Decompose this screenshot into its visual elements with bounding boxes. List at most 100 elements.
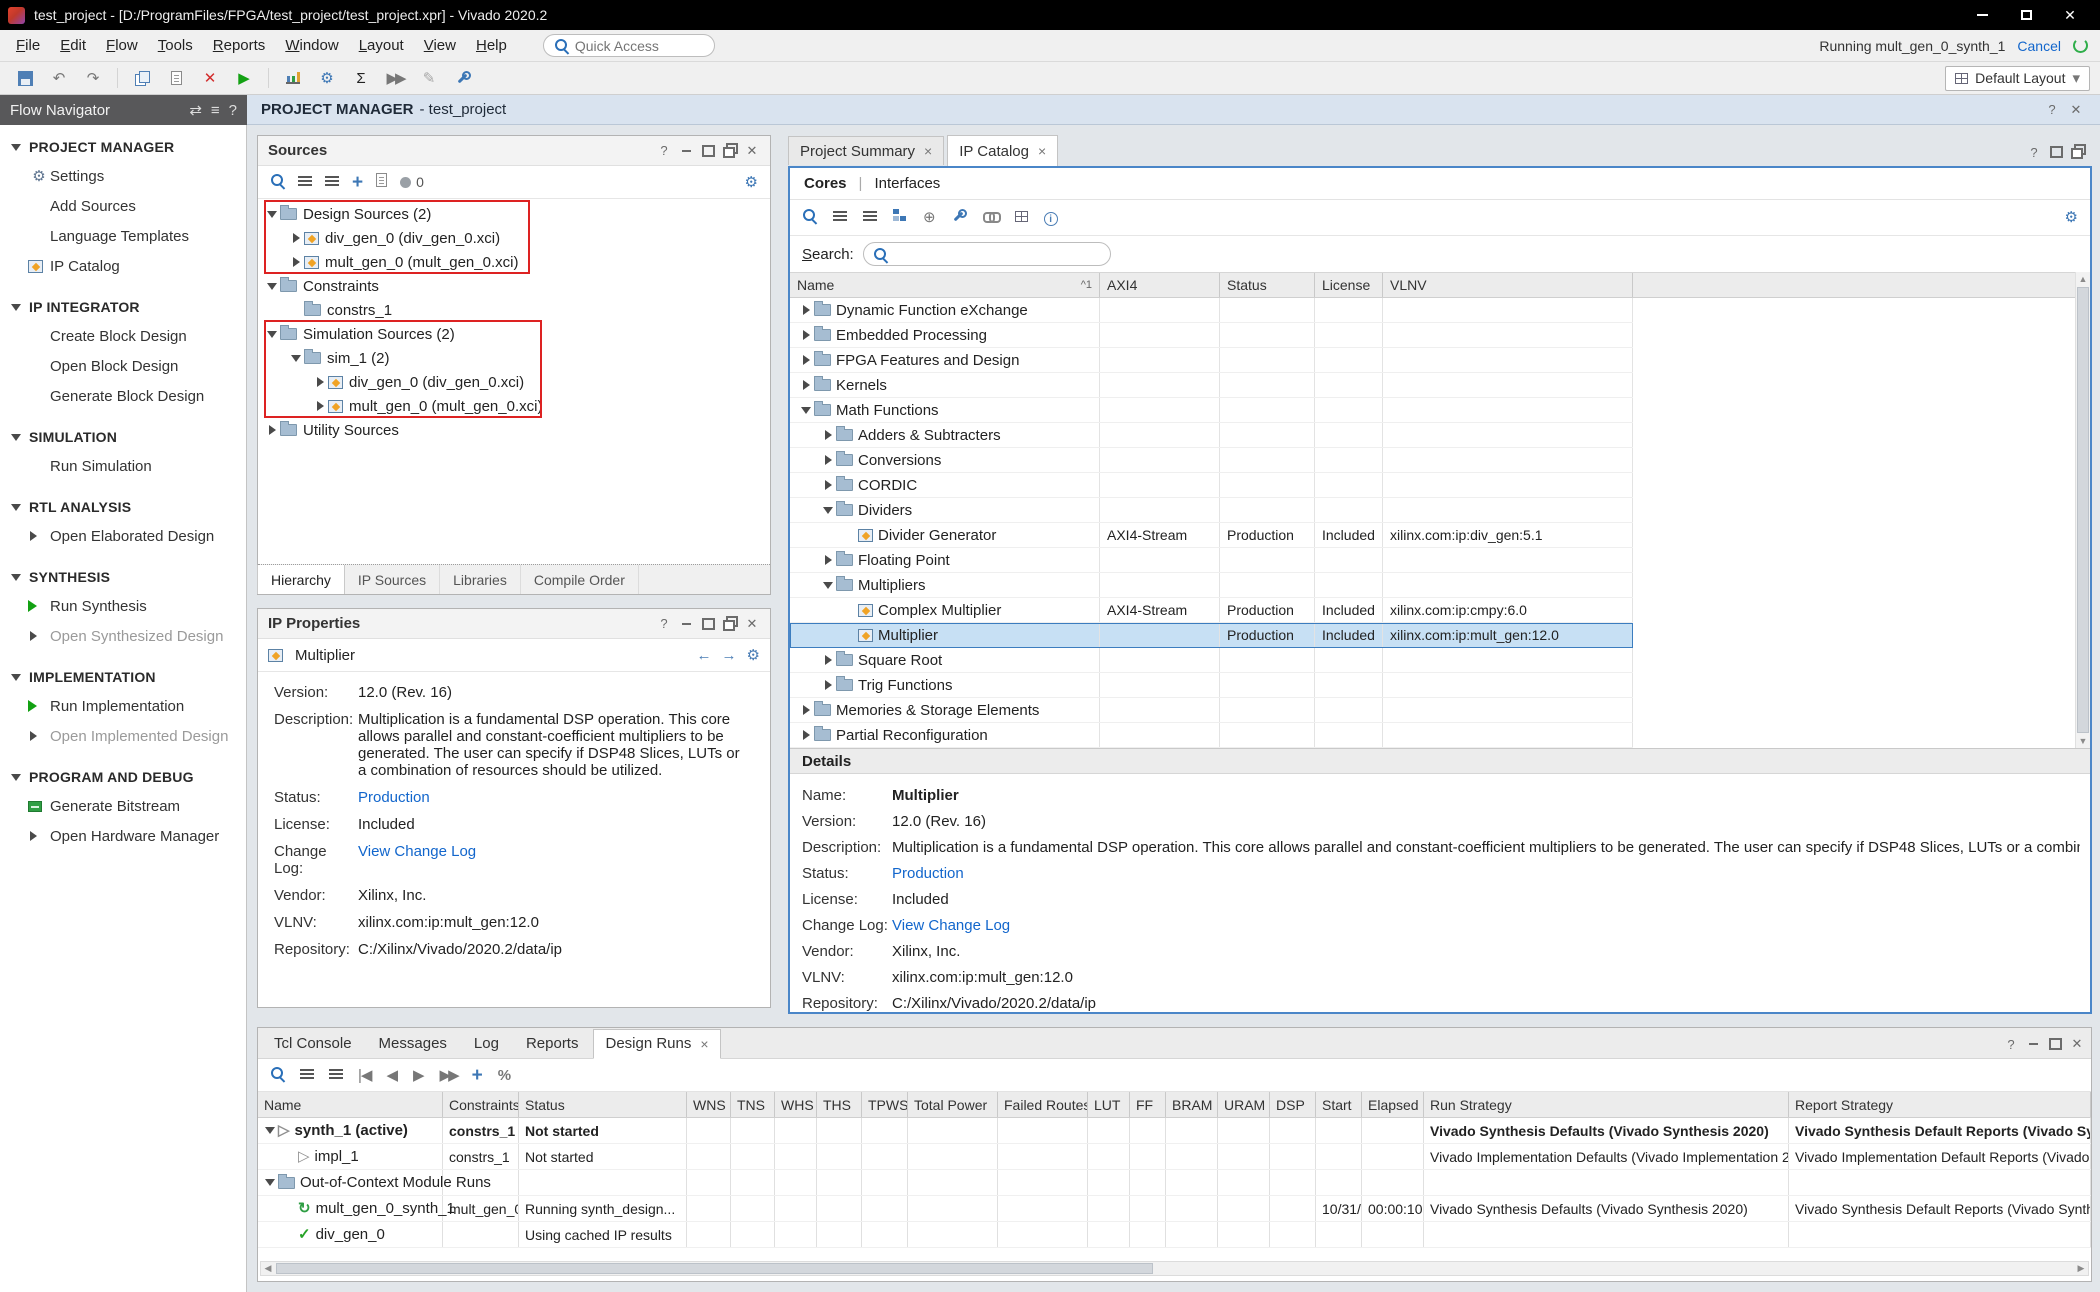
tab-close-icon[interactable] bbox=[700, 1037, 708, 1051]
menu-layout[interactable]: Layout bbox=[349, 31, 414, 60]
chevron-down-icon[interactable] bbox=[8, 429, 24, 445]
catalog-settings-gear-icon[interactable] bbox=[2065, 210, 2078, 225]
close-icon[interactable] bbox=[2067, 1035, 2087, 1053]
step-forward-icon[interactable] bbox=[413, 1068, 425, 1083]
chevron-down-icon[interactable] bbox=[8, 669, 24, 685]
collapse-all-button[interactable] bbox=[833, 209, 847, 226]
column-header-failed-routes[interactable]: Failed Routes bbox=[998, 1092, 1088, 1117]
report-button[interactable] bbox=[161, 65, 191, 91]
column-header-name[interactable]: Name^1 bbox=[790, 273, 1100, 297]
catalog-row-adders-subtracters[interactable]: Adders & Subtracters bbox=[790, 423, 1633, 448]
chevron-down-icon[interactable] bbox=[264, 278, 280, 294]
collapse-all-button[interactable] bbox=[300, 1067, 314, 1084]
settings-button[interactable] bbox=[312, 65, 342, 91]
flow-item-open-elaborated-design[interactable]: Open Elaborated Design bbox=[0, 521, 246, 551]
run-row-synth-1-active[interactable]: synth_1 (active)constrs_1Not startedViva… bbox=[258, 1118, 2091, 1144]
catalog-row-floating-point[interactable]: Floating Point bbox=[790, 548, 1633, 573]
catalog-row-dynamic-function-exchange[interactable]: Dynamic Function eXchange bbox=[790, 298, 1633, 323]
chevron-down-icon[interactable] bbox=[820, 502, 836, 518]
redo-button[interactable] bbox=[78, 65, 108, 91]
sources-tab-hierarchy[interactable]: Hierarchy bbox=[257, 565, 345, 594]
help-icon[interactable] bbox=[654, 142, 674, 160]
chevron-right-icon[interactable] bbox=[798, 352, 814, 368]
flow-item-open-synthesized-design[interactable]: Open Synthesized Design bbox=[0, 621, 246, 651]
default-view-button[interactable] bbox=[893, 209, 907, 226]
chevron-down-icon[interactable] bbox=[8, 499, 24, 515]
column-header-vlnv[interactable]: VLNV bbox=[1383, 273, 1633, 297]
close-icon[interactable] bbox=[742, 615, 762, 633]
run-row-out-of-context-module-runs[interactable]: Out-of-Context Module Runs bbox=[258, 1170, 2091, 1196]
tab-log[interactable]: Log bbox=[462, 1028, 511, 1058]
save-button[interactable] bbox=[10, 65, 40, 91]
help-icon[interactable] bbox=[2001, 1035, 2021, 1053]
chevron-down-icon[interactable] bbox=[262, 1123, 278, 1139]
runs-horizontal-scrollbar[interactable] bbox=[260, 1261, 2089, 1276]
chevron-right-icon[interactable] bbox=[798, 302, 814, 318]
column-header-uram[interactable]: URAM bbox=[1218, 1092, 1270, 1117]
help-icon[interactable] bbox=[654, 615, 674, 633]
flow-section-ip-integrator[interactable]: IP INTEGRATOR bbox=[0, 293, 246, 321]
chevron-right-icon[interactable] bbox=[312, 374, 328, 390]
chevron-right-icon[interactable] bbox=[312, 398, 328, 414]
run-button[interactable] bbox=[229, 65, 259, 91]
tab-reports[interactable]: Reports bbox=[514, 1028, 591, 1058]
help-icon[interactable] bbox=[2024, 143, 2044, 161]
flow-item-open-hardware-manager[interactable]: Open Hardware Manager bbox=[0, 821, 246, 851]
tab-ip-catalog[interactable]: IP Catalog bbox=[947, 135, 1058, 166]
sources-tab-compile-order[interactable]: Compile Order bbox=[521, 565, 639, 594]
minimize-icon[interactable] bbox=[676, 615, 696, 633]
catalog-search-input[interactable] bbox=[894, 246, 1101, 262]
tab-tcl-console[interactable]: Tcl Console bbox=[262, 1028, 364, 1058]
flow-item-settings[interactable]: Settings bbox=[0, 161, 246, 191]
catalog-row-fpga-features-and-design[interactable]: FPGA Features and Design bbox=[790, 348, 1633, 373]
catalog-row-complex-multiplier[interactable]: Complex MultiplierAXI4-StreamProductionI… bbox=[790, 598, 1633, 623]
maximize-icon[interactable] bbox=[698, 615, 718, 633]
step-back-icon[interactable] bbox=[386, 1068, 398, 1083]
minimize-icon[interactable] bbox=[2023, 1035, 2043, 1053]
flow-section-rtl-analysis[interactable]: RTL ANALYSIS bbox=[0, 493, 246, 521]
scrollbar-thumb[interactable] bbox=[2077, 287, 2089, 733]
maximize-icon[interactable] bbox=[2045, 1035, 2065, 1053]
chevron-right-icon[interactable] bbox=[820, 677, 836, 693]
close-icon[interactable] bbox=[742, 142, 762, 160]
sum-button[interactable] bbox=[346, 65, 376, 91]
message-badge[interactable]: 0 bbox=[400, 174, 424, 190]
flow-item-run-implementation[interactable]: Run Implementation bbox=[0, 691, 246, 721]
chevron-down-icon[interactable] bbox=[798, 402, 814, 418]
catalog-vertical-scrollbar[interactable] bbox=[2075, 272, 2090, 748]
catalog-row-partial-reconfiguration[interactable]: Partial Reconfiguration bbox=[790, 723, 1633, 748]
scrollbar-thumb[interactable] bbox=[276, 1263, 1153, 1274]
menu-edit[interactable]: Edit bbox=[50, 31, 96, 60]
maximize-icon[interactable] bbox=[698, 142, 718, 160]
chevron-down-icon[interactable] bbox=[8, 569, 24, 585]
tab-messages[interactable]: Messages bbox=[367, 1028, 459, 1058]
run-row-mult-gen-0-synth-1[interactable]: mult_gen_0_synth_1mult_gen_0Running synt… bbox=[258, 1196, 2091, 1222]
column-header-lut[interactable]: LUT bbox=[1088, 1092, 1130, 1117]
info-button[interactable] bbox=[1044, 209, 1058, 227]
column-header-tns[interactable]: TNS bbox=[731, 1092, 775, 1117]
catalog-search-box[interactable] bbox=[863, 242, 1111, 266]
catalog-row-multipliers[interactable]: Multipliers bbox=[790, 573, 1633, 598]
menu-reports[interactable]: Reports bbox=[203, 31, 276, 60]
column-header-ff[interactable]: FF bbox=[1130, 1092, 1166, 1117]
column-header-license[interactable]: License bbox=[1315, 273, 1383, 297]
link-view-change-log[interactable]: View Change Log bbox=[358, 843, 476, 860]
undo-button[interactable] bbox=[44, 65, 74, 91]
edit-button[interactable] bbox=[414, 65, 444, 91]
flow-section-program-and-debug[interactable]: PROGRAM AND DEBUG bbox=[0, 763, 246, 791]
column-header-wns[interactable]: WNS bbox=[687, 1092, 731, 1117]
sources-tab-ip-sources[interactable]: IP Sources bbox=[345, 565, 440, 594]
scroll-left-icon[interactable] bbox=[261, 1262, 275, 1275]
chevron-right-icon[interactable] bbox=[288, 254, 304, 270]
chevron-down-icon[interactable] bbox=[8, 139, 24, 155]
sources-tab-libraries[interactable]: Libraries bbox=[440, 565, 521, 594]
run-all-icon[interactable] bbox=[440, 1068, 457, 1083]
column-header-run-strategy[interactable]: Run Strategy bbox=[1424, 1092, 1789, 1117]
sources-settings-gear-icon[interactable] bbox=[745, 175, 758, 190]
column-header-start[interactable]: Start bbox=[1316, 1092, 1362, 1117]
column-header-status[interactable]: Status bbox=[1220, 273, 1315, 297]
catalog-row-kernels[interactable]: Kernels bbox=[790, 373, 1633, 398]
run-row-div-gen-0[interactable]: div_gen_0Using cached IP results bbox=[258, 1222, 2091, 1248]
tab-close-icon[interactable] bbox=[924, 144, 932, 158]
chevron-right-icon[interactable] bbox=[820, 552, 836, 568]
